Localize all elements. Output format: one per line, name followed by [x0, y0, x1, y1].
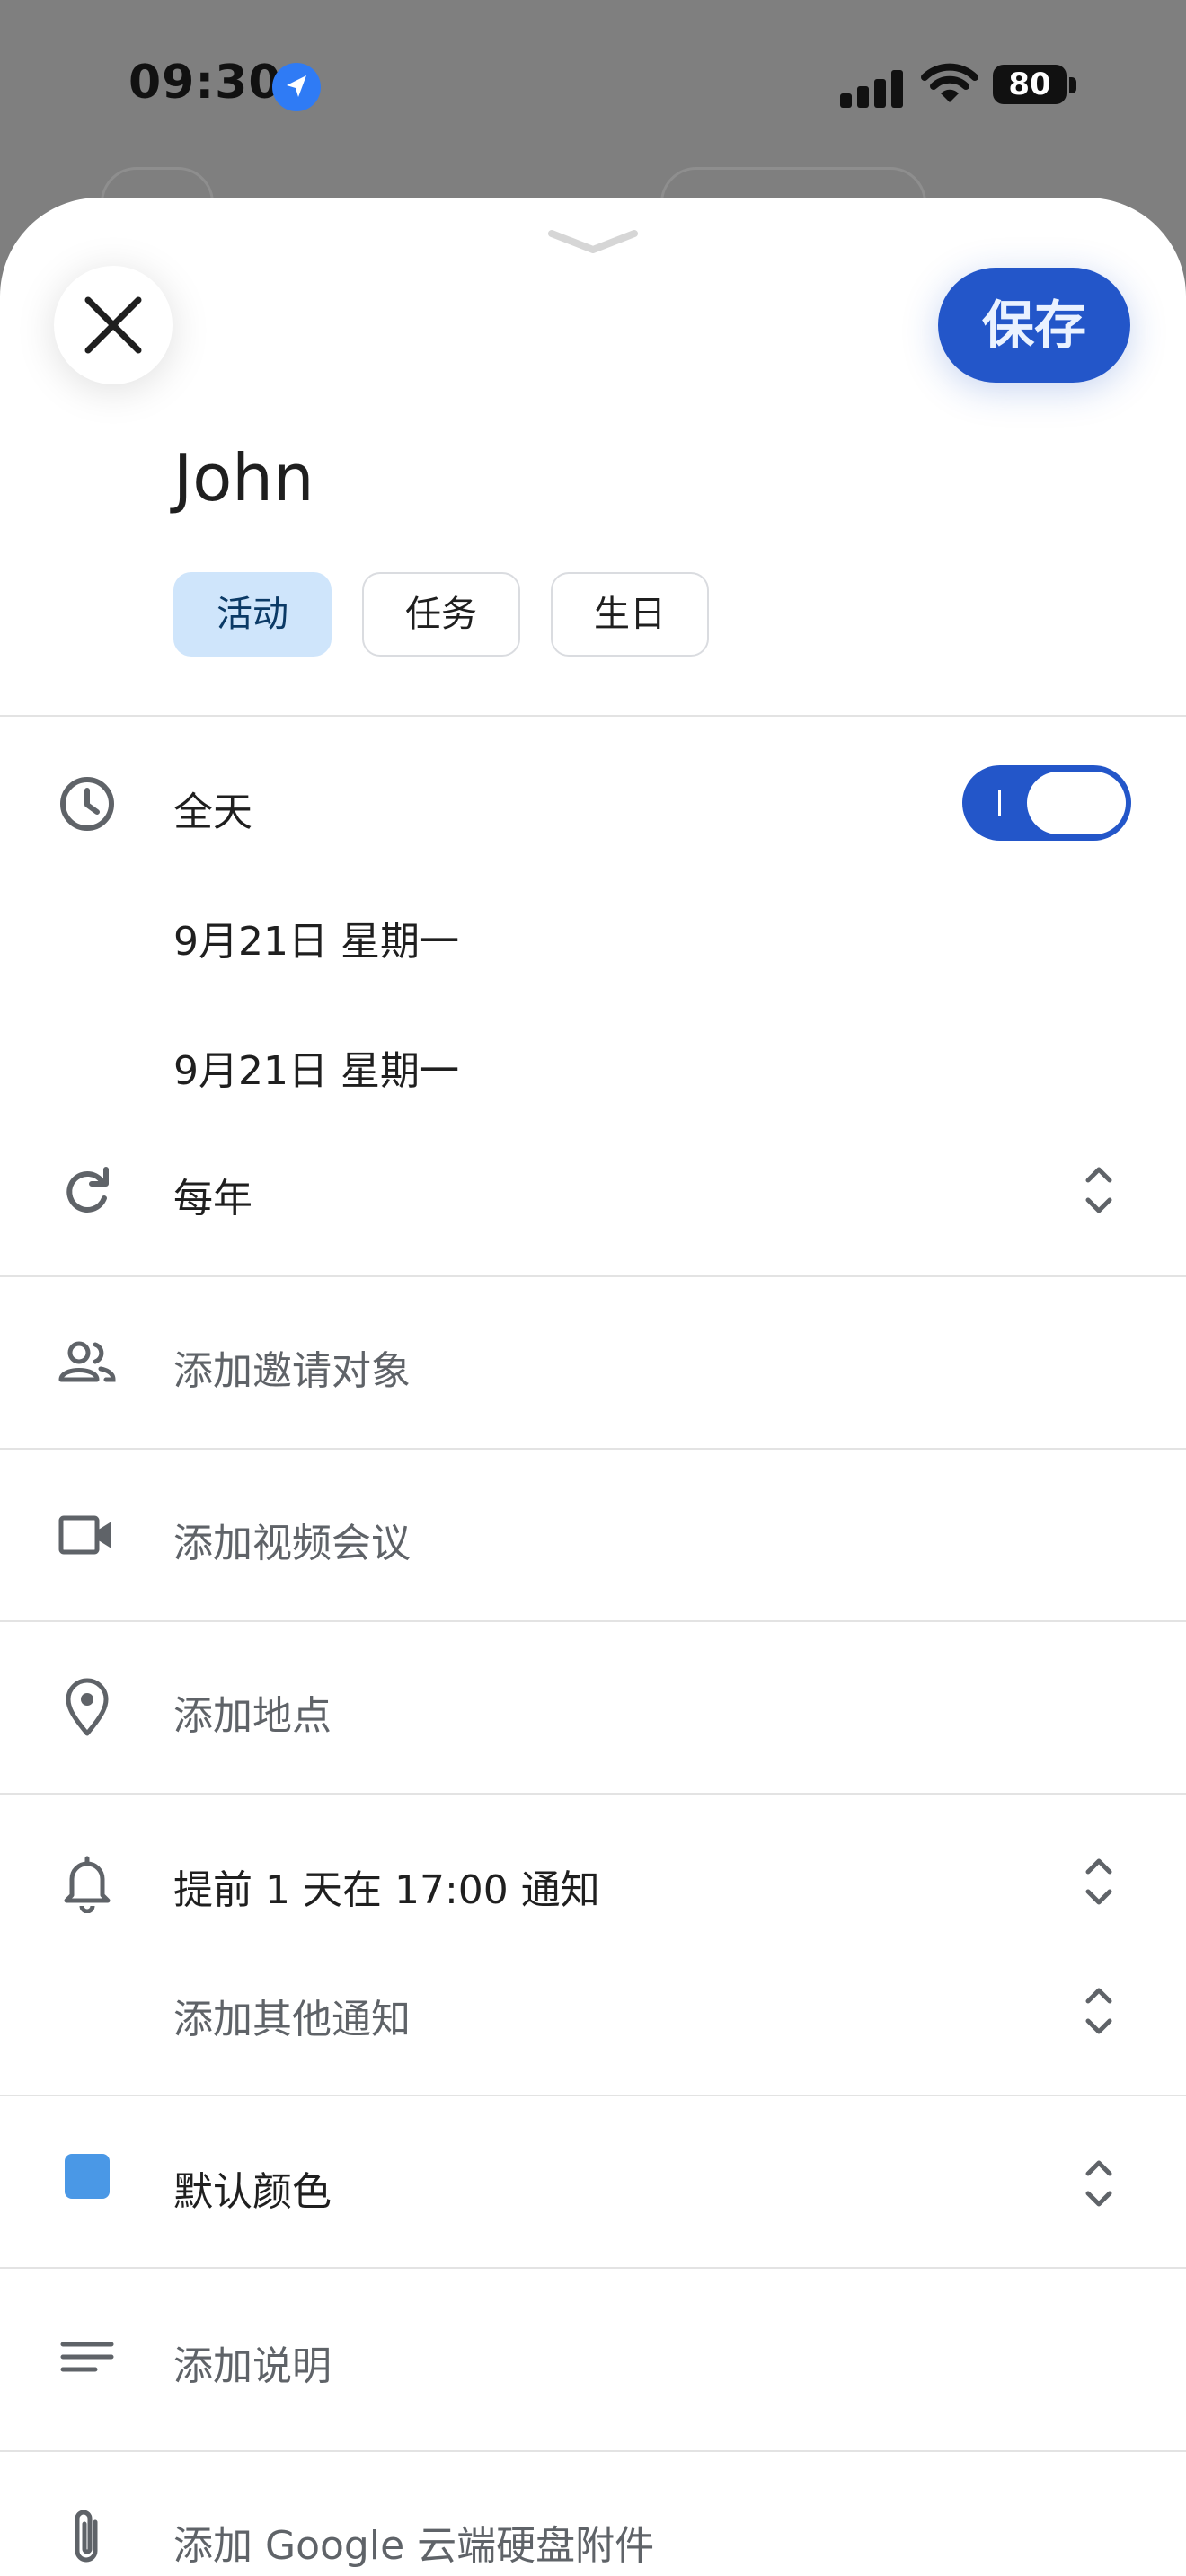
divider [0, 2095, 1186, 2096]
add-drive-attachment-field[interactable]: 添加 Google 云端硬盘附件 [173, 2513, 654, 2571]
people-icon [56, 1331, 119, 1394]
color-swatch [65, 2154, 110, 2199]
toggle-knob [1027, 772, 1126, 834]
add-notification-chevron-icon[interactable] [1079, 1981, 1119, 2041]
end-date[interactable]: 9月21日 星期一 [173, 1038, 459, 1096]
battery-icon: 80 [993, 65, 1067, 104]
event-editor-sheet: 保存 John 活动 任务 生日 全天 9月21日 星期一 9月21日 星期一 … [0, 198, 1186, 2576]
type-chip-birthday[interactable]: 生日 [551, 572, 709, 657]
divider [0, 2450, 1186, 2452]
location-arrow-icon [272, 63, 321, 111]
video-camera-icon [56, 1504, 119, 1566]
notification-primary[interactable]: 提前 1 天在 17:00 通知 [173, 1857, 600, 1915]
clock-icon [56, 772, 119, 835]
divider [0, 1275, 1186, 1277]
notification-chevron-icon[interactable] [1079, 1852, 1119, 1911]
paperclip-icon [56, 2506, 119, 2569]
add-notification-field[interactable]: 添加其他通知 [173, 1987, 411, 2044]
color-chevron-icon[interactable] [1079, 2154, 1119, 2213]
add-guests-field[interactable]: 添加邀请对象 [173, 1338, 411, 1396]
all-day-label: 全天 [173, 790, 252, 835]
divider [0, 2267, 1186, 2269]
divider [0, 1793, 1186, 1795]
add-location-field[interactable]: 添加地点 [173, 1683, 332, 1741]
location-pin-icon [56, 1676, 119, 1739]
repeat-chevron-icon[interactable] [1079, 1160, 1119, 1220]
start-date[interactable]: 9月21日 星期一 [173, 909, 459, 966]
wifi-icon [921, 61, 978, 108]
notes-lines-icon [56, 2326, 119, 2389]
save-button[interactable]: 保存 [938, 268, 1130, 383]
close-icon [84, 296, 142, 354]
toggle-on-mark [998, 790, 1001, 816]
cellular-signal-icon [840, 65, 903, 108]
divider [0, 715, 1186, 717]
add-video-conference-field[interactable]: 添加视频会议 [173, 1511, 411, 1568]
add-description-field[interactable]: 添加说明 [173, 2333, 332, 2391]
all-day-toggle[interactable] [962, 765, 1131, 841]
close-button[interactable] [54, 266, 173, 384]
type-chip-task[interactable]: 任务 [362, 572, 520, 657]
event-title-input[interactable]: John [173, 440, 314, 516]
battery-cap [1069, 77, 1076, 93]
status-time: 09:30 [128, 56, 282, 110]
repeat-value[interactable]: 每年 [173, 1166, 252, 1223]
divider [0, 1620, 1186, 1622]
bell-icon [56, 1850, 119, 1914]
repeat-icon [56, 1159, 119, 1222]
sheet-collapse-chevron-icon[interactable] [546, 226, 640, 257]
battery-level: 80 [1008, 66, 1051, 102]
divider [0, 1448, 1186, 1450]
type-chip-event[interactable]: 活动 [173, 572, 332, 657]
color-label[interactable]: 默认颜色 [173, 2159, 332, 2217]
